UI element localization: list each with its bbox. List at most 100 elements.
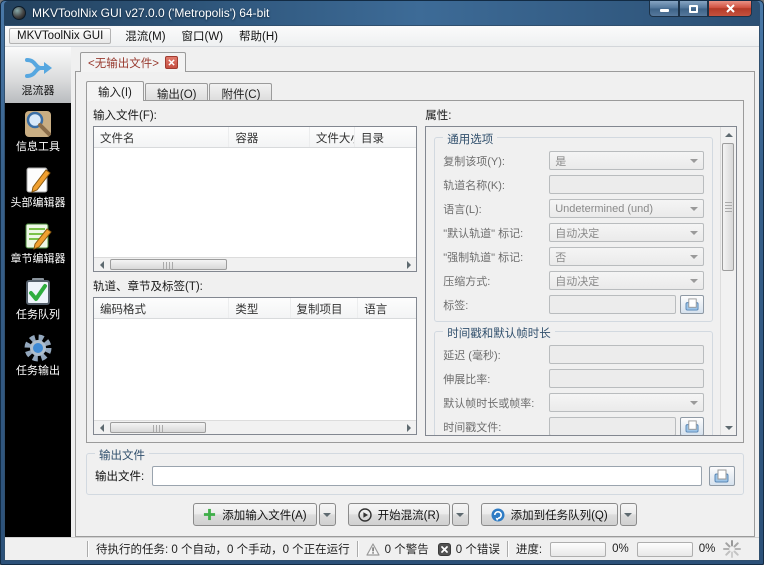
chevron-down-icon bbox=[690, 254, 698, 259]
menu-multiplexer[interactable]: 混流(M) bbox=[117, 26, 173, 46]
col-codec[interactable]: 编码格式 bbox=[94, 298, 230, 318]
start-muxing-menu-button[interactable] bbox=[451, 503, 469, 526]
scroll-up-button[interactable] bbox=[721, 127, 736, 142]
action-buttons: 添加输入文件(A) 开始混流(R) 添加到任务队列(Q) bbox=[86, 503, 744, 526]
chevron-down-icon bbox=[690, 278, 698, 283]
sidebar-label: 信息工具 bbox=[16, 141, 60, 153]
tags-browse-button[interactable] bbox=[680, 295, 704, 314]
col-directory[interactable]: 目录 bbox=[355, 127, 416, 147]
statusbar-separator bbox=[87, 541, 89, 557]
tab-output[interactable]: 输出(O) bbox=[144, 83, 209, 101]
maximize-icon bbox=[689, 4, 698, 13]
timestamp-file-browse-button[interactable] bbox=[680, 417, 704, 435]
language-label: 语言(L): bbox=[443, 203, 482, 216]
sidebar-item-header-editor[interactable]: 头部编辑器 bbox=[5, 159, 71, 215]
warning-icon bbox=[366, 542, 380, 556]
sidebar-label: 任务队列 bbox=[16, 309, 60, 321]
scroll-right-button[interactable] bbox=[401, 421, 416, 434]
tags-label: 标签: bbox=[443, 299, 469, 312]
sidebar-label: 章节编辑器 bbox=[10, 253, 66, 265]
add-source-files-button[interactable]: 添加输入文件(A) bbox=[193, 503, 317, 526]
col-file-size[interactable]: 文件大小 bbox=[310, 127, 355, 147]
tab-attachments[interactable]: 附件(C) bbox=[209, 83, 273, 101]
col-language[interactable]: 语言 bbox=[358, 298, 416, 318]
play-icon bbox=[357, 507, 372, 522]
busy-spinner-icon bbox=[723, 540, 742, 558]
col-container[interactable]: 容器 bbox=[229, 127, 310, 147]
tracks-table-body[interactable] bbox=[94, 319, 417, 420]
file-browse-icon bbox=[685, 420, 699, 433]
menu-mkvtoolnix-gui[interactable]: MKVToolNix GUI bbox=[9, 28, 112, 44]
copy-item-label: 复制该项(Y): bbox=[443, 155, 505, 168]
input-files-table: 文件名 容器 文件大小 目录 bbox=[93, 126, 418, 272]
info-tool-icon bbox=[25, 111, 51, 137]
scroll-left-button[interactable] bbox=[94, 421, 109, 434]
scroll-thumb[interactable] bbox=[110, 259, 227, 270]
output-file-input[interactable] bbox=[152, 466, 702, 486]
file-browse-icon bbox=[685, 298, 699, 311]
col-file-name[interactable]: 文件名 bbox=[94, 127, 230, 147]
scroll-thumb[interactable] bbox=[110, 422, 207, 433]
sidebar-item-multiplexer[interactable]: 混流器 bbox=[5, 47, 71, 103]
group-title: 时间戳和默认帧时长 bbox=[443, 325, 555, 341]
properties-label: 属性: bbox=[425, 110, 452, 122]
add-source-files-menu-button[interactable] bbox=[318, 503, 336, 526]
tab-no-output-file[interactable]: <无输出文件> bbox=[80, 52, 186, 72]
files-table-body[interactable] bbox=[94, 148, 417, 257]
col-type[interactable]: 类型 bbox=[229, 298, 291, 318]
tab-input[interactable]: 输入(I) bbox=[86, 81, 144, 101]
merge-icon bbox=[25, 58, 52, 78]
general-options-group: 通用选项 复制该项(Y): 是 轨道名称(K): 语言(L): Undeterm… bbox=[434, 131, 713, 322]
scroll-track[interactable] bbox=[109, 421, 401, 434]
menu-window[interactable]: 窗口(W) bbox=[174, 26, 232, 46]
sidebar-item-job-queue[interactable]: 任务队列 bbox=[5, 271, 71, 327]
tags-field[interactable] bbox=[549, 295, 676, 314]
default-track-flag-select[interactable]: 自动决定 bbox=[549, 223, 704, 242]
tab-close-button[interactable] bbox=[164, 56, 178, 69]
track-name-field[interactable] bbox=[549, 175, 704, 194]
language-select[interactable]: Undetermined (und) bbox=[549, 199, 704, 218]
close-button[interactable] bbox=[708, 1, 752, 17]
scroll-left-button[interactable] bbox=[94, 258, 109, 271]
output-file-group: 输出文件 输出文件: bbox=[86, 447, 744, 495]
files-hscrollbar bbox=[94, 257, 417, 271]
compression-select[interactable]: 自动决定 bbox=[549, 271, 704, 290]
menu-help[interactable]: 帮助(H) bbox=[231, 26, 286, 46]
forced-track-flag-label: "强制轨道" 标记: bbox=[443, 251, 524, 264]
job-output-icon bbox=[24, 334, 52, 362]
start-muxing-button[interactable]: 开始混流(R) bbox=[347, 503, 450, 526]
scroll-track[interactable] bbox=[721, 142, 736, 420]
timestamp-file-field[interactable] bbox=[549, 417, 676, 435]
sidebar-item-job-output[interactable]: 任务输出 bbox=[5, 327, 71, 383]
sidebar-item-chapter-editor[interactable]: 章节编辑器 bbox=[5, 215, 71, 271]
maximize-button[interactable] bbox=[679, 1, 708, 17]
tracks-label: 轨道、章节及标签(T): bbox=[93, 281, 203, 293]
default-duration-select[interactable] bbox=[549, 393, 704, 412]
progress-bar-total bbox=[636, 541, 693, 557]
sidebar-item-info-tool[interactable]: 信息工具 bbox=[5, 103, 71, 159]
scroll-track[interactable] bbox=[109, 258, 401, 271]
forced-track-flag-select[interactable]: 否 bbox=[549, 247, 704, 266]
chevron-down-icon bbox=[690, 158, 698, 163]
add-to-job-queue-button[interactable]: 添加到任务队列(Q) bbox=[480, 503, 618, 526]
progress-current-value: 0% bbox=[612, 543, 629, 555]
queue-arrow-icon bbox=[491, 508, 505, 521]
output-file-browse-button[interactable] bbox=[709, 466, 735, 486]
merge-inner-tabs: 输入(I) 输出(O) 附件(C) bbox=[86, 80, 744, 101]
add-to-job-queue-menu-button[interactable] bbox=[619, 503, 637, 526]
scroll-down-button[interactable] bbox=[721, 420, 736, 435]
copy-item-select[interactable]: 是 bbox=[549, 151, 704, 170]
chapter-editor-icon bbox=[25, 223, 52, 250]
statusbar-separator bbox=[356, 541, 359, 557]
scroll-thumb[interactable] bbox=[722, 143, 734, 271]
minimize-icon bbox=[659, 9, 669, 12]
delay-field[interactable] bbox=[549, 345, 704, 364]
chevron-down-icon bbox=[690, 206, 698, 211]
stretch-field[interactable] bbox=[549, 369, 704, 388]
minimize-button[interactable] bbox=[649, 1, 679, 17]
timestamp-file-label: 时间戳文件: bbox=[443, 421, 502, 434]
chevron-down-icon bbox=[456, 512, 465, 517]
col-copy-item[interactable]: 复制项目 bbox=[291, 298, 359, 318]
sidebar-label: 混流器 bbox=[21, 85, 55, 97]
scroll-right-button[interactable] bbox=[401, 258, 416, 271]
